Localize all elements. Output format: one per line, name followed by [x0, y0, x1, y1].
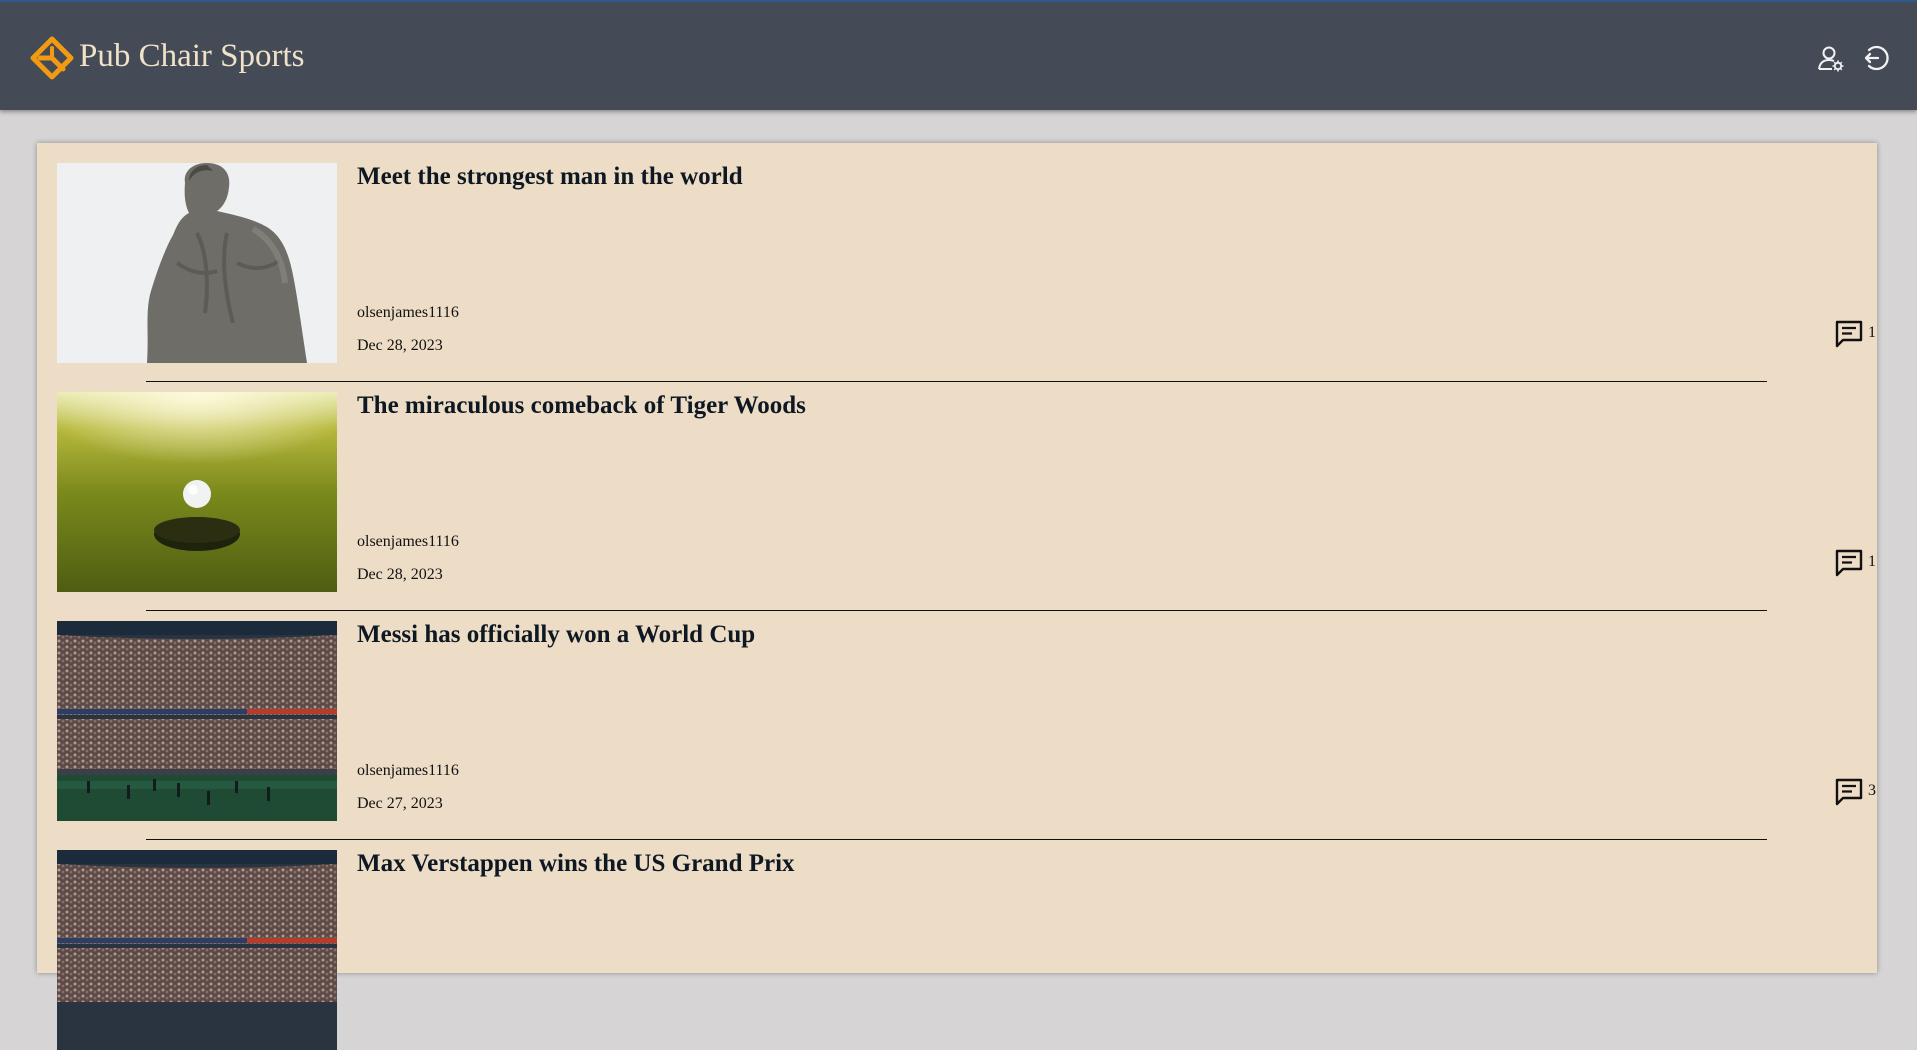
comment-icon[interactable]: [1834, 776, 1864, 806]
comment-icon[interactable]: [1834, 318, 1864, 348]
article-divider: [146, 839, 1767, 840]
comment-counter[interactable]: 1: [1834, 318, 1884, 348]
comment-counter[interactable]: 3: [1834, 776, 1884, 806]
user-gear-icon[interactable]: [1816, 43, 1846, 73]
comment-count: 1: [1868, 324, 1876, 341]
article-item[interactable]: The miraculous comeback of Tiger Woods o…: [57, 392, 1877, 592]
article-divider: [146, 381, 1767, 382]
article-list-card: Meet the strongest man in the world olse…: [37, 143, 1877, 1050]
article-author: olsenjames1116: [357, 533, 459, 550]
comment-count: 3: [1868, 782, 1876, 799]
article-date: Dec 28, 2023: [357, 337, 443, 354]
article-divider: [146, 610, 1767, 611]
article-date: Dec 27, 2023: [357, 795, 443, 812]
stadium-crowd-photo[interactable]: [57, 850, 337, 1050]
article-title[interactable]: Max Verstappen wins the US Grand Prix: [357, 850, 795, 878]
top-navbar: Pub Chair Sports: [0, 0, 1917, 110]
article-title[interactable]: The miraculous comeback of Tiger Woods: [357, 392, 806, 420]
comment-count: 1: [1868, 553, 1876, 570]
comment-icon[interactable]: [1834, 547, 1864, 577]
article-item[interactable]: Messi has officially won a World Cup ols…: [57, 621, 1877, 821]
article-author: olsenjames1116: [357, 762, 459, 779]
brand-title[interactable]: Pub Chair Sports: [79, 38, 305, 75]
stadium-crowd-photo[interactable]: [57, 621, 337, 821]
article-item[interactable]: Max Verstappen wins the US Grand Prix: [57, 850, 1877, 1050]
comment-counter[interactable]: 1: [1834, 547, 1884, 577]
golf-ball-hole-photo[interactable]: [57, 392, 337, 592]
article-title[interactable]: Meet the strongest man in the world: [357, 163, 743, 191]
article-author: olsenjames1116: [357, 304, 459, 321]
article-date: Dec 28, 2023: [357, 566, 443, 583]
article-item[interactable]: Meet the strongest man in the world olse…: [57, 163, 1877, 363]
logout-icon[interactable]: [1860, 43, 1890, 73]
article-title[interactable]: Messi has officially won a World Cup: [357, 621, 755, 649]
statue-back-photo[interactable]: [57, 163, 337, 363]
diamond-chair-logo-icon[interactable]: [29, 36, 75, 82]
